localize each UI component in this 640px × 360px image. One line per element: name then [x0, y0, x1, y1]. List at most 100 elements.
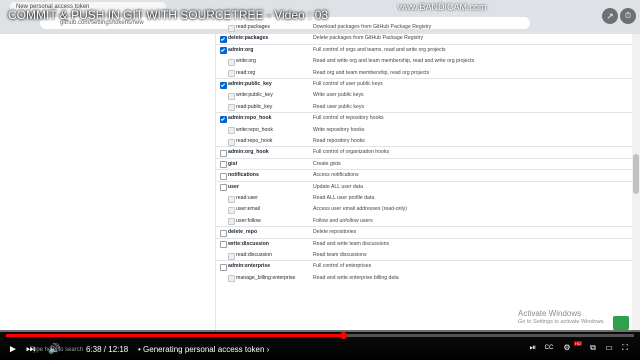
scope-checkbox[interactable]: [220, 229, 227, 237]
scope-description: Follow and unfollow users: [313, 217, 373, 224]
subtitles-icon[interactable]: CC: [544, 343, 554, 353]
scope-name: user:email: [236, 206, 260, 213]
fullscreen-icon[interactable]: ⛶: [620, 343, 630, 353]
scope-name: admin:enterprise: [228, 263, 271, 270]
next-icon[interactable]: ⏭: [26, 344, 35, 356]
scope-name: notifications: [228, 172, 259, 179]
scope-description: Delete repositories: [313, 229, 357, 236]
scope-name: read:org: [236, 69, 256, 76]
scope-checkbox[interactable]: [220, 81, 227, 89]
scope-name: manage_billing:enterprise: [236, 274, 296, 281]
scope-row: read:org Read org and team membership, re…: [216, 68, 636, 79]
scope-row: admin:org Full control of orgs and teams,…: [216, 45, 636, 56]
activate-subtitle: Go to Settings to activate Windows.: [518, 319, 605, 325]
scope-description: Write user public keys: [313, 92, 364, 99]
scope-row: manage_billing:enterprise Read and write …: [216, 273, 636, 284]
bandicam-watermark: www.BANDICAM.com: [398, 2, 487, 12]
scope-description: Read user public keys: [313, 103, 365, 110]
scope-row: user:email Access user email addresses (r…: [216, 204, 636, 215]
scope-checkbox[interactable]: [220, 35, 227, 43]
scope-checkbox[interactable]: [228, 70, 235, 78]
scope-description: Full control of orgs and teams, read and…: [313, 46, 446, 53]
scope-checkbox[interactable]: [220, 241, 227, 249]
scope-name: read:user: [236, 195, 258, 201]
scope-row: read:repo_hook Read repository hooks: [216, 136, 636, 147]
activate-title: Activate Windows: [518, 309, 582, 318]
scope-description: Update ALL user data: [313, 183, 363, 190]
scope-row: read:discussion Read team discussions: [216, 250, 636, 261]
scope-checkbox[interactable]: [228, 138, 235, 146]
scope-row: write:repo_hook Write repository hooks: [216, 125, 636, 136]
scope-row: admin:public_key Full control of user pub…: [216, 79, 636, 90]
scope-row: admin:repo_hook Full control of repositor…: [216, 113, 636, 124]
scope-name: read:packages: [236, 24, 271, 30]
scope-checkbox[interactable]: [228, 24, 235, 32]
scope-checkbox[interactable]: [220, 149, 227, 157]
scope-checkbox[interactable]: [220, 47, 227, 55]
scope-checkbox[interactable]: [220, 115, 227, 123]
scope-checkbox[interactable]: [228, 195, 235, 203]
scope-checkbox[interactable]: [220, 263, 227, 271]
autoplay-toggle-icon[interactable]: ⏯: [528, 343, 538, 353]
scope-checkbox[interactable]: [228, 58, 235, 66]
scope-description: Full control of organization hooks: [313, 149, 390, 156]
scope-name: read:repo_hook: [236, 138, 273, 144]
volume-icon[interactable]: 🔊: [48, 344, 60, 356]
scope-checkbox[interactable]: [220, 161, 227, 169]
scope-row: write:public_key Write user public keys: [216, 90, 636, 101]
scope-name: admin:org: [228, 46, 254, 53]
watch-later-icon[interactable]: ⏱: [620, 8, 636, 24]
scope-checkbox[interactable]: [228, 275, 235, 283]
tray-app-icon[interactable]: [613, 316, 629, 330]
scope-description: Access user email addresses (read-only): [313, 206, 407, 213]
scope-description: Read repository hooks: [313, 138, 365, 144]
scope-row: read:public_key Read user public keys: [216, 102, 636, 113]
scope-description: Full control of user public keys: [313, 81, 383, 87]
scope-name: admin:org_hook: [228, 149, 269, 156]
scope-name: write:public_key: [236, 92, 273, 99]
miniplayer-icon[interactable]: ⧉: [588, 343, 598, 353]
scope-checkbox[interactable]: [228, 92, 235, 100]
scrollbar-thumb[interactable]: [633, 154, 639, 194]
share-icon[interactable]: ↗: [602, 8, 618, 24]
scope-description: Read and write org and team membership, …: [313, 58, 475, 65]
scope-checkbox[interactable]: [220, 172, 227, 180]
video-title[interactable]: COMMIT & PUSH IN GIT WITH SOURCETREE - V…: [8, 8, 328, 22]
scope-name: user: [228, 183, 239, 190]
scope-checkbox[interactable]: [228, 252, 235, 260]
scope-checkbox[interactable]: [228, 206, 235, 214]
scope-row: read:user Read ALL user profile data: [216, 193, 636, 204]
scope-checkbox[interactable]: [228, 127, 235, 135]
progress-played: [6, 334, 344, 337]
scope-description: Full control of enterprises: [313, 263, 372, 270]
chapter-title[interactable]: • Generating personal access token ›: [138, 344, 269, 356]
theater-mode-icon[interactable]: ▭: [604, 343, 614, 353]
scopes-table: read:packages Download packages from GitH…: [215, 24, 640, 332]
scope-description: Read team discussions: [313, 252, 367, 258]
scope-row: write:discussion Read and write team disc…: [216, 239, 636, 250]
progress-bar[interactable]: [6, 332, 634, 339]
scope-description: Write repository hooks: [313, 126, 365, 133]
scope-row: user:follow Follow and unfollow users: [216, 216, 636, 227]
scope-description: Access notifications: [313, 172, 359, 179]
scope-name: write:repo_hook: [236, 126, 273, 133]
scope-name: delete_repo: [228, 229, 258, 236]
scope-name: write:discussion: [228, 240, 269, 247]
scope-name: gist: [228, 160, 238, 167]
scope-name: delete:packages: [228, 35, 269, 42]
scope-checkbox[interactable]: [228, 104, 235, 112]
scope-description: Read and write enterprise billing data: [313, 274, 399, 281]
settings-icon[interactable]: ⚙: [562, 343, 572, 353]
scope-description: Read and write team discussions: [313, 240, 390, 247]
scope-name: user:follow: [236, 217, 261, 224]
scope-name: admin:repo_hook: [228, 115, 272, 122]
video-player[interactable]: New personal access token github.com/set…: [0, 0, 640, 360]
scope-description: Download packages from GitHub Package Re…: [313, 24, 432, 30]
scope-checkbox[interactable]: [220, 184, 227, 192]
scope-checkbox[interactable]: [228, 218, 235, 226]
activate-windows-notice: Activate Windows Go to Settings to activ…: [518, 309, 605, 325]
play-icon[interactable]: ►: [8, 344, 18, 356]
page-scrollbar[interactable]: [632, 34, 640, 332]
scope-row: gist Create gists: [216, 159, 636, 170]
github-token-page: read:packages Download packages from GitH…: [0, 24, 636, 332]
